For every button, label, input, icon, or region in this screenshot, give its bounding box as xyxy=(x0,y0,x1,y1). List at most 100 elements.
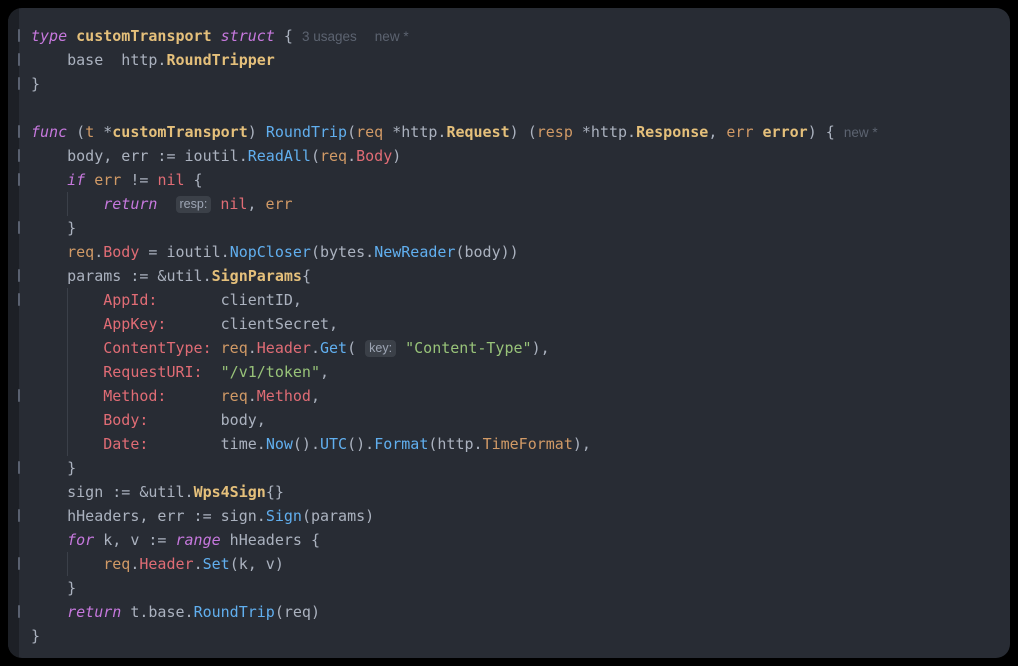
code-line[interactable]: for k, v := range hHeaders { xyxy=(31,528,1002,552)
code-line[interactable]: Date: time.Now().UTC().Format(http.TimeF… xyxy=(31,432,1002,456)
code-token: Header xyxy=(139,555,193,573)
code-token: struct xyxy=(221,27,275,45)
code-token: Request xyxy=(446,123,509,141)
indent-guide xyxy=(67,192,68,216)
code-token: . xyxy=(194,555,203,573)
code-line[interactable]: } xyxy=(31,72,1002,96)
code-token xyxy=(754,123,763,141)
code-line[interactable]: if err != nil { xyxy=(31,168,1002,192)
inlay-hint-chip: key: xyxy=(365,340,396,357)
code-line[interactable]: } xyxy=(31,216,1002,240)
code-token: nil xyxy=(220,195,247,213)
code-token: req xyxy=(320,147,347,165)
code-line[interactable]: return t.base.RoundTrip(req) xyxy=(31,600,1002,624)
code-token: clientSecret, xyxy=(166,315,338,333)
gutter-change-mark xyxy=(18,53,20,66)
code-token xyxy=(203,363,221,381)
code-token: Body: xyxy=(103,411,148,429)
code-token: nil xyxy=(157,171,184,189)
code-token: RoundTripper xyxy=(166,51,274,69)
code-token: . xyxy=(248,339,257,357)
code-line[interactable]: return resp: nil, err xyxy=(31,192,1002,216)
code-token: body, xyxy=(148,411,265,429)
code-token: return xyxy=(103,195,157,213)
gutter-change-mark xyxy=(18,29,20,42)
code-line[interactable]: } xyxy=(31,576,1002,600)
code-token: Method: xyxy=(103,387,166,405)
gutter-change-mark xyxy=(18,557,20,570)
code-token: Format xyxy=(374,435,428,453)
code-line[interactable]: Method: req.Method, xyxy=(31,384,1002,408)
code-line[interactable]: RequestURI: "/v1/token", xyxy=(31,360,1002,384)
code-token: NewReader xyxy=(374,243,455,261)
code-token: ContentType: xyxy=(103,339,211,357)
code-token: for xyxy=(67,531,94,549)
code-line[interactable]: body, err := ioutil.ReadAll(req.Body) xyxy=(31,144,1002,168)
code-line[interactable]: req.Header.Set(k, v) xyxy=(31,552,1002,576)
code-token: ( xyxy=(347,123,356,141)
code-token: ) { xyxy=(808,123,844,141)
code-token: (body)) xyxy=(455,243,518,261)
code-token: = ioutil. xyxy=(139,243,229,261)
code-line[interactable]: req.Body = ioutil.NopCloser(bytes.NewRea… xyxy=(31,240,1002,264)
code-line[interactable] xyxy=(31,96,1002,120)
gutter-change-mark xyxy=(18,221,20,234)
code-line[interactable]: ContentType: req.Header.Get( key: "Conte… xyxy=(31,336,1002,360)
code-token: RoundTrip xyxy=(194,603,275,621)
code-token: err xyxy=(726,123,753,141)
editor-window: type customTransport struct { 3 usages n… xyxy=(8,8,1010,658)
code-token: NopCloser xyxy=(230,243,311,261)
code-token: ) xyxy=(392,147,401,165)
code-token: (). xyxy=(293,435,320,453)
code-token: clientID, xyxy=(157,291,302,309)
code-token: AppKey: xyxy=(103,315,166,333)
code-token: { xyxy=(275,27,302,45)
code-line[interactable]: } xyxy=(31,456,1002,480)
code-token: ), xyxy=(532,339,550,357)
code-line[interactable]: sign := &util.Wps4Sign{} xyxy=(31,480,1002,504)
code-token: } xyxy=(31,75,40,93)
code-token: range xyxy=(176,531,221,549)
code-token: Body xyxy=(356,147,392,165)
code-line[interactable]: params := &util.SignParams{ xyxy=(31,264,1002,288)
code-token: (params) xyxy=(302,507,374,525)
code-token: req xyxy=(356,123,383,141)
gutter-change-mark xyxy=(18,293,20,306)
code-line[interactable]: type customTransport struct { 3 usages n… xyxy=(31,24,1002,48)
code-line[interactable]: AppKey: clientSecret, xyxy=(31,312,1002,336)
code-line[interactable]: AppId: clientID, xyxy=(31,288,1002,312)
code-token: } xyxy=(31,459,76,477)
code-token: TimeFormat xyxy=(483,435,573,453)
indent-guide xyxy=(67,288,68,456)
inline-hint[interactable]: 3 usages xyxy=(302,29,357,44)
code-token: SignParams xyxy=(212,267,302,285)
inline-hint[interactable]: new * xyxy=(844,125,878,140)
code-token: "/v1/token" xyxy=(221,363,320,381)
code-token: Body xyxy=(103,243,139,261)
code-token: Set xyxy=(203,555,230,573)
indent-guide xyxy=(67,552,68,576)
code-token: ( xyxy=(311,147,320,165)
code-line[interactable]: base http.RoundTripper xyxy=(31,48,1002,72)
code-line[interactable]: func (t *customTransport) RoundTrip(req … xyxy=(31,120,1002,144)
code-token: t xyxy=(85,123,94,141)
code-token: *http. xyxy=(573,123,636,141)
code-token: } xyxy=(31,219,76,237)
code-token: (k, v) xyxy=(230,555,284,573)
code-line[interactable]: Body: body, xyxy=(31,408,1002,432)
code-token: req xyxy=(67,243,94,261)
inline-hint[interactable]: new * xyxy=(375,29,409,44)
gutter-change-mark xyxy=(18,173,20,186)
code-token: base http. xyxy=(31,51,166,69)
code-editor-area[interactable]: type customTransport struct { 3 usages n… xyxy=(19,8,1010,658)
code-token: (). xyxy=(347,435,374,453)
code-line[interactable]: hHeaders, err := sign.Sign(params) xyxy=(31,504,1002,528)
code-token: Header xyxy=(257,339,311,357)
code-token xyxy=(31,531,67,549)
code-token: type xyxy=(31,27,67,45)
gutter-change-mark xyxy=(18,605,20,618)
code-token xyxy=(211,195,220,213)
code-token: if xyxy=(67,171,85,189)
inlay-hint-chip: resp: xyxy=(176,196,212,213)
code-line[interactable]: } xyxy=(31,624,1002,648)
